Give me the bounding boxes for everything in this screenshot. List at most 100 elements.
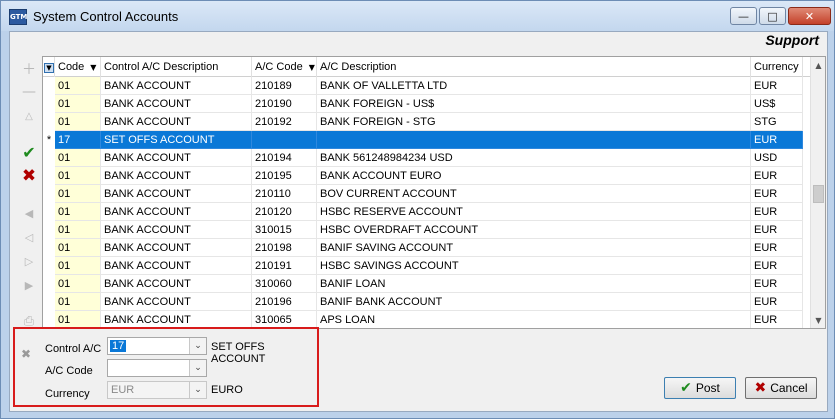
cell-ac-desc[interactable]: BANIF LOAN bbox=[317, 275, 751, 293]
chevron-down-icon[interactable]: ⌄ bbox=[189, 382, 206, 398]
table-row[interactable]: 01 BANK ACCOUNT 210195 BANK ACCOUNT EURO EUR bbox=[43, 167, 811, 185]
post-button[interactable]: ✔ Post bbox=[664, 377, 736, 399]
cell-control-desc[interactable]: BANK ACCOUNT bbox=[101, 239, 252, 257]
cell-code[interactable]: 01 bbox=[55, 113, 101, 131]
cell-ac-desc[interactable]: HSBC RESERVE ACCOUNT bbox=[317, 203, 751, 221]
table-row[interactable]: 01 BANK ACCOUNT 210192 BANK FOREIGN - STG ST… bbox=[43, 113, 811, 131]
scroll-down-icon[interactable]: ▼ bbox=[811, 312, 825, 328]
cell-code[interactable]: 01 bbox=[55, 239, 101, 257]
grid-menu-button[interactable]: ▼ bbox=[43, 57, 55, 77]
table-row[interactable]: 01 BANK ACCOUNT 210198 BANIF SAVING ACCOUNT… bbox=[43, 239, 811, 257]
cell-ac-desc[interactable]: BANIF BANK ACCOUNT bbox=[317, 293, 751, 311]
chevron-down-icon[interactable]: ⌄ bbox=[189, 360, 206, 376]
table-row[interactable]: 01 BANK ACCOUNT 210196 BANIF BANK ACCOUNT EU… bbox=[43, 293, 811, 311]
cell-control-desc[interactable]: BANK ACCOUNT bbox=[101, 167, 252, 185]
cell-ac-code[interactable]: 210192 bbox=[252, 113, 317, 131]
accounts-grid[interactable]: ▼ Code ▼ Control A/C Description A/C Code… bbox=[42, 56, 826, 329]
cell-ac-desc[interactable]: BANK OF VALLETTA LTD bbox=[317, 77, 751, 95]
column-header-code[interactable]: Code ▼ bbox=[55, 57, 101, 77]
scroll-thumb[interactable] bbox=[813, 185, 824, 203]
cell-code[interactable]: 01 bbox=[55, 275, 101, 293]
plus-icon[interactable]: ＋ bbox=[18, 60, 40, 78]
cell-code[interactable]: 01 bbox=[55, 77, 101, 95]
cell-ac-desc[interactable]: BANK 561248984234 USD bbox=[317, 149, 751, 167]
cross-icon[interactable]: ✖ bbox=[18, 166, 40, 186]
cell-currency[interactable]: EUR bbox=[751, 77, 803, 95]
cell-control-desc[interactable]: BANK ACCOUNT bbox=[101, 77, 252, 95]
cell-control-desc[interactable]: BANK ACCOUNT bbox=[101, 275, 252, 293]
cell-ac-desc[interactable]: BANIF SAVING ACCOUNT bbox=[317, 239, 751, 257]
table-row[interactable]: 01 BANK ACCOUNT 210120 HSBC RESERVE ACCOUNT… bbox=[43, 203, 811, 221]
cell-control-desc[interactable]: BANK ACCOUNT bbox=[101, 293, 252, 311]
ac-code-combo[interactable]: ⌄ bbox=[107, 359, 207, 377]
cell-control-desc[interactable]: BANK ACCOUNT bbox=[101, 185, 252, 203]
cell-ac-desc[interactable]: HSBC OVERDRAFT ACCOUNT bbox=[317, 221, 751, 239]
cell-ac-code[interactable]: 210120 bbox=[252, 203, 317, 221]
cell-code[interactable]: 17 bbox=[55, 131, 101, 149]
cell-control-desc[interactable]: BANK ACCOUNT bbox=[101, 257, 252, 275]
table-row[interactable]: 01 BANK ACCOUNT 210190 BANK FOREIGN - US$ US… bbox=[43, 95, 811, 113]
cell-currency[interactable]: EUR bbox=[751, 221, 803, 239]
minus-icon[interactable]: — bbox=[18, 83, 40, 101]
cell-code[interactable]: 01 bbox=[55, 221, 101, 239]
next-record-icon[interactable]: ▷ bbox=[18, 252, 40, 270]
cell-currency[interactable]: EUR bbox=[751, 311, 803, 328]
cell-ac-code[interactable]: 210190 bbox=[252, 95, 317, 113]
cell-ac-code[interactable]: 210195 bbox=[252, 167, 317, 185]
cell-ac-desc[interactable]: APS LOAN bbox=[317, 311, 751, 328]
cell-control-desc[interactable]: SET OFFS ACCOUNT bbox=[101, 131, 252, 149]
column-header-ac-desc[interactable]: A/C Description bbox=[317, 57, 751, 77]
cell-ac-code[interactable]: 210110 bbox=[252, 185, 317, 203]
cell-ac-code[interactable]: 210189 bbox=[252, 77, 317, 95]
minimize-button[interactable]: — bbox=[730, 7, 757, 25]
maximize-button[interactable]: □ bbox=[759, 7, 786, 25]
cell-currency[interactable]: EUR bbox=[751, 293, 803, 311]
cell-code[interactable]: 01 bbox=[55, 149, 101, 167]
cell-currency[interactable]: EUR bbox=[751, 185, 803, 203]
cell-ac-desc[interactable]: BOV CURRENT ACCOUNT bbox=[317, 185, 751, 203]
cell-ac-desc[interactable]: HSBC SAVINGS ACCOUNT bbox=[317, 257, 751, 275]
column-header-ac-code[interactable]: A/C Code ▼ bbox=[252, 57, 317, 77]
currency-combo[interactable]: EUR ⌄ bbox=[107, 381, 207, 399]
control-ac-combo[interactable]: 17 ⌄ bbox=[107, 337, 207, 355]
cell-currency[interactable]: EUR bbox=[751, 257, 803, 275]
cell-code[interactable]: 01 bbox=[55, 95, 101, 113]
checkmark-icon[interactable]: ✔ bbox=[18, 143, 40, 162]
chevron-down-icon[interactable]: ⌄ bbox=[189, 338, 206, 354]
cell-ac-desc[interactable]: BANK FOREIGN - US$ bbox=[317, 95, 751, 113]
scroll-up-icon[interactable]: ▲ bbox=[811, 57, 825, 73]
cell-control-desc[interactable]: BANK ACCOUNT bbox=[101, 203, 252, 221]
cell-control-desc[interactable]: BANK ACCOUNT bbox=[101, 95, 252, 113]
cancel-button[interactable]: ✖ Cancel bbox=[745, 377, 817, 399]
cell-code[interactable]: 01 bbox=[55, 257, 101, 275]
table-row[interactable]: 01 BANK ACCOUNT 310060 BANIF LOAN EUR bbox=[43, 275, 811, 293]
cell-currency[interactable]: STG bbox=[751, 113, 803, 131]
cell-code[interactable]: 01 bbox=[55, 203, 101, 221]
cell-ac-code[interactable]: 210191 bbox=[252, 257, 317, 275]
cell-currency[interactable]: US$ bbox=[751, 95, 803, 113]
cell-ac-code[interactable]: 210196 bbox=[252, 293, 317, 311]
prev-record-icon[interactable]: ◁ bbox=[18, 228, 40, 246]
cell-ac-code[interactable]: 310060 bbox=[252, 275, 317, 293]
cell-control-desc[interactable]: BANK ACCOUNT bbox=[101, 149, 252, 167]
cell-control-desc[interactable]: BANK ACCOUNT bbox=[101, 113, 252, 131]
cell-currency[interactable]: EUR bbox=[751, 203, 803, 221]
cell-currency[interactable]: EUR bbox=[751, 239, 803, 257]
column-header-control-desc[interactable]: Control A/C Description bbox=[101, 57, 252, 77]
cell-currency[interactable]: USD bbox=[751, 149, 803, 167]
cell-ac-desc[interactable] bbox=[317, 131, 751, 149]
vertical-scrollbar[interactable]: ▲ ▼ bbox=[810, 57, 825, 328]
table-row[interactable]: 01 BANK ACCOUNT 210110 BOV CURRENT ACCOUNT E… bbox=[43, 185, 811, 203]
cell-ac-code[interactable] bbox=[252, 131, 317, 149]
table-row[interactable]: * 17 SET OFFS ACCOUNT EUR bbox=[43, 131, 811, 149]
cell-ac-code[interactable]: 210194 bbox=[252, 149, 317, 167]
cell-code[interactable]: 01 bbox=[55, 293, 101, 311]
cell-currency[interactable]: EUR bbox=[751, 167, 803, 185]
first-record-icon[interactable]: ◀ bbox=[18, 204, 40, 222]
cell-ac-code[interactable]: 310015 bbox=[252, 221, 317, 239]
table-row[interactable]: 01 BANK ACCOUNT 210194 BANK 561248984234 US… bbox=[43, 149, 811, 167]
cell-currency[interactable]: EUR bbox=[751, 275, 803, 293]
last-record-icon[interactable]: ▶ bbox=[18, 276, 40, 294]
cell-code[interactable]: 01 bbox=[55, 167, 101, 185]
triangle-up-icon[interactable]: △ bbox=[18, 107, 40, 125]
